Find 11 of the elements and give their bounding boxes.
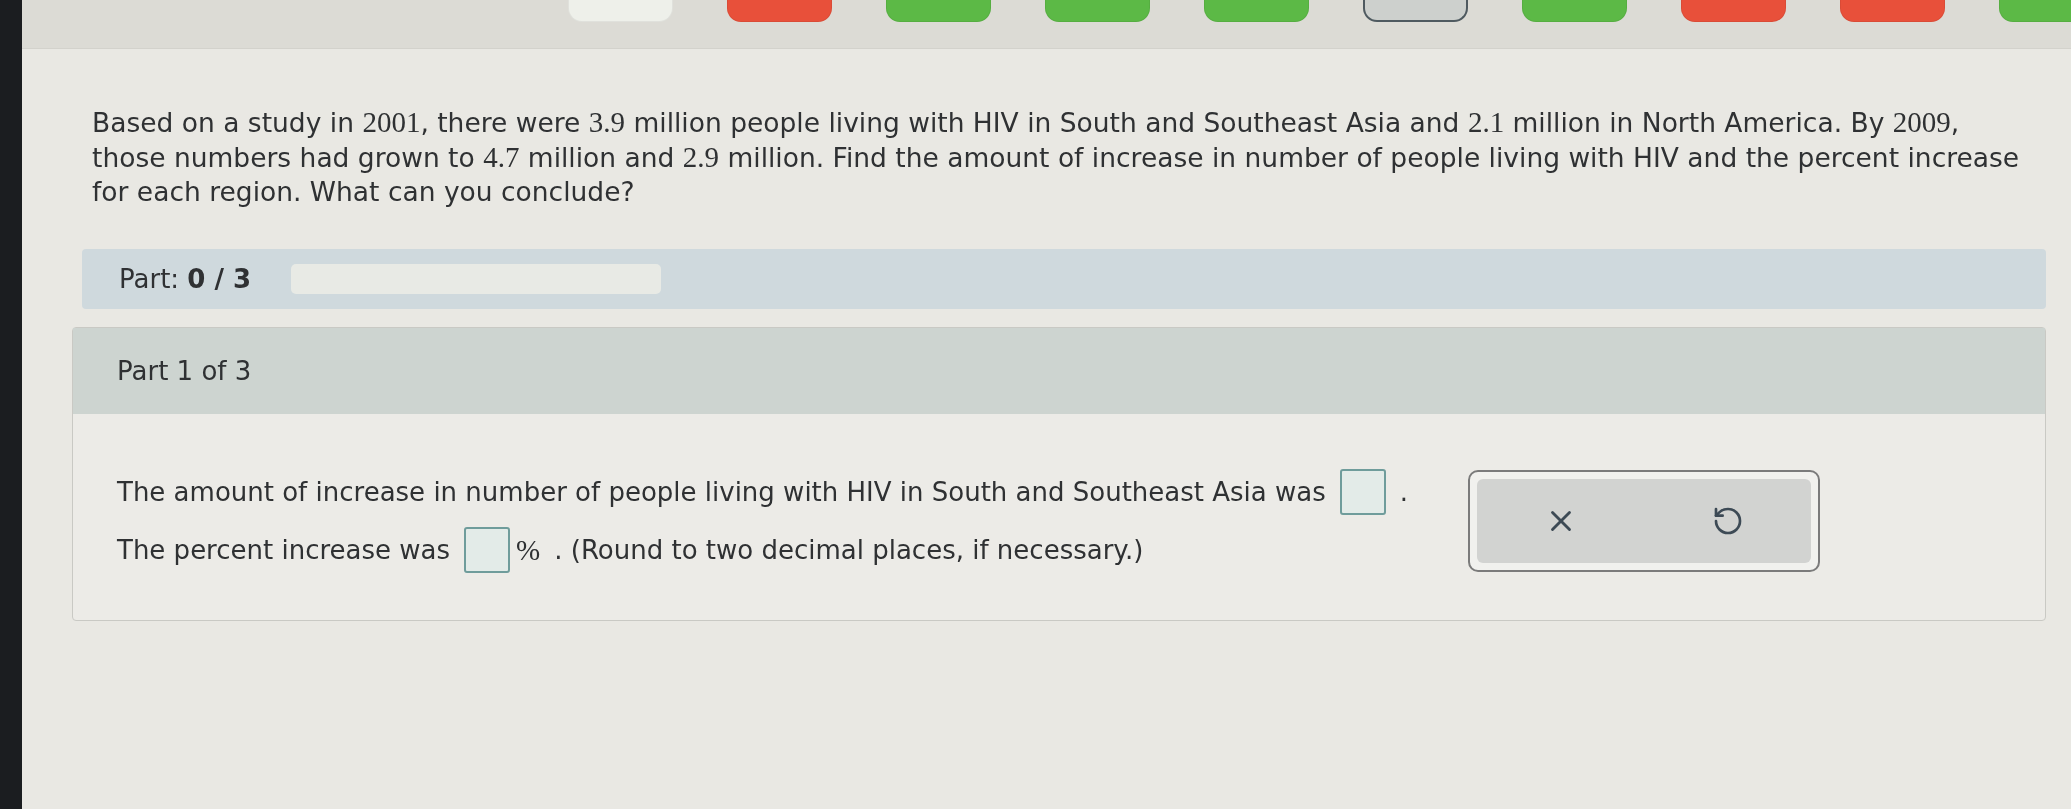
progress-label: Part: 0 / 3	[119, 264, 252, 294]
prompt-text: The amount of increase in number of people living with HIV in South and Southeast Asia was	[117, 477, 1326, 507]
prompt-text: %	[516, 533, 541, 567]
question-text: Based on a study in 2001, there were 3.9 million people living with HIV in South and Southeast Asia and 2.1 million in North America. By 2009, those numbers had grown to 4.7 million and 2.9 million. Find the amount of increase in number of people living with HIV and the percent increase for each region. What can you conclude?	[92, 105, 2021, 209]
prompt-text: The percent increase was	[117, 535, 451, 565]
part-title: Part 1 of 3	[73, 328, 2045, 414]
answer-box[interactable]	[1339, 469, 1386, 515]
prompt-text: .	[1399, 477, 1409, 507]
prompt-text: . (Round to two decimal places, if necessary.)	[554, 535, 1144, 565]
question-nav-button[interactable]	[1363, 0, 1468, 22]
answer-box[interactable]	[464, 527, 511, 573]
